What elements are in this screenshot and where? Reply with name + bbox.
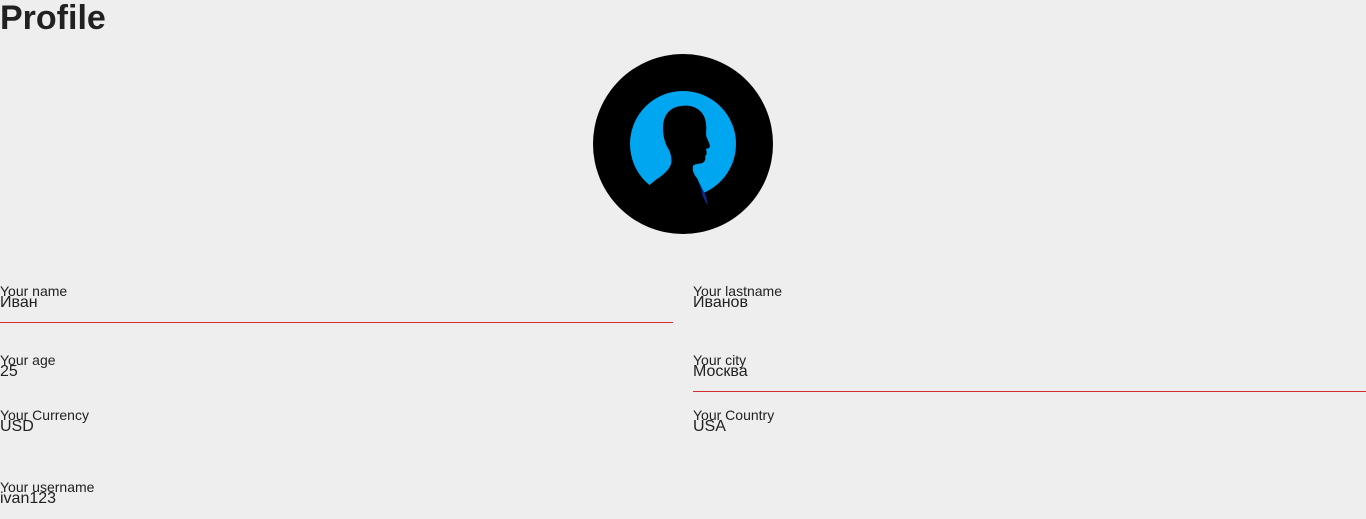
profile-page: Profile Your name Your lastname Your age… xyxy=(0,0,1366,519)
age-input[interactable] xyxy=(0,362,673,382)
name-input[interactable] xyxy=(0,293,673,313)
avatar[interactable] xyxy=(593,54,773,234)
page-title: Profile xyxy=(0,0,106,37)
country-input[interactable] xyxy=(693,417,1366,437)
currency-input[interactable] xyxy=(0,417,673,437)
username-input[interactable] xyxy=(0,489,673,509)
user-silhouette-icon xyxy=(630,91,736,209)
name-underline xyxy=(0,322,673,323)
lastname-input[interactable] xyxy=(693,293,1366,313)
city-underline xyxy=(693,391,1366,392)
city-input[interactable] xyxy=(693,362,1366,382)
